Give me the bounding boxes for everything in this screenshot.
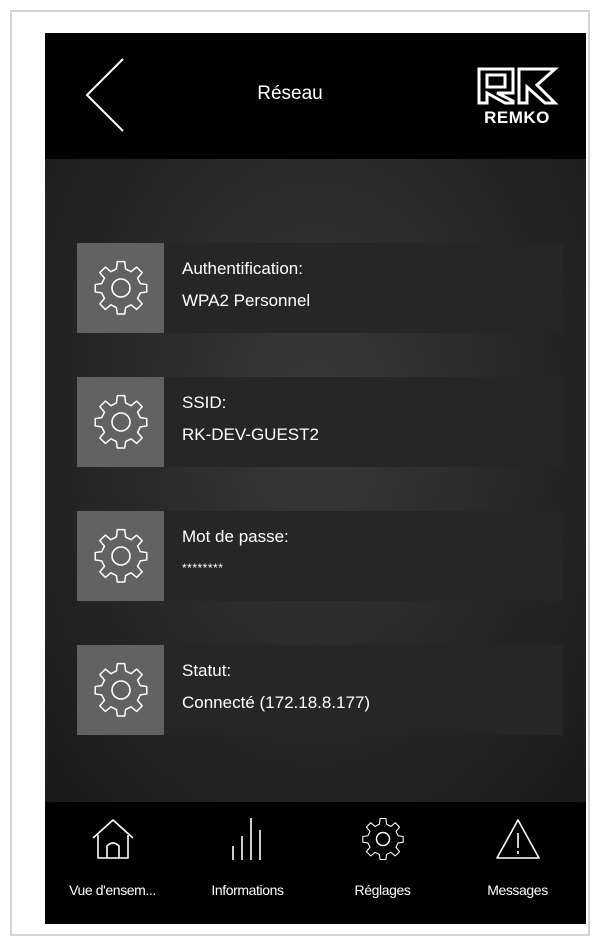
nav-reglages[interactable]: Réglages bbox=[315, 802, 450, 924]
chevron-left-icon bbox=[85, 58, 124, 132]
setting-text-box: Authentification: WPA2 Personnel bbox=[164, 243, 563, 333]
nav-overview[interactable]: Vue d'ensem... bbox=[45, 802, 180, 924]
setting-value: WPA2 Personnel bbox=[182, 291, 311, 310]
setting-password[interactable]: Mot de passe: ******** bbox=[77, 511, 563, 601]
setting-ssid[interactable]: SSID: RK-DEV-GUEST2 bbox=[77, 377, 563, 467]
setting-icon-box bbox=[77, 645, 164, 735]
setting-label: SSID: bbox=[182, 393, 227, 412]
home-icon bbox=[91, 819, 134, 859]
nav-label: Messages bbox=[487, 882, 548, 898]
nav-informations[interactable]: Informations bbox=[180, 802, 315, 924]
device-frame: Réseau REMKO Authentification: WPA2 Pers… bbox=[10, 10, 590, 936]
bottom-nav: Vue d'ensem... Informations Réglages Mes… bbox=[45, 802, 586, 924]
setting-label: Statut: bbox=[182, 661, 232, 680]
nav-label: Informations bbox=[211, 882, 284, 898]
gear-icon bbox=[94, 528, 147, 583]
setting-text-box: Statut: Connecté (172.18.8.177) bbox=[164, 645, 563, 735]
nav-label: Vue d'ensem... bbox=[69, 882, 156, 898]
setting-text-box: Mot de passe: ******** bbox=[164, 511, 563, 601]
gear-icon bbox=[361, 817, 404, 861]
bar-chart-icon bbox=[231, 818, 261, 860]
setting-label: Mot de passe: bbox=[182, 527, 289, 546]
setting-icon-box bbox=[77, 243, 164, 333]
nav-label: Réglages bbox=[354, 882, 411, 898]
setting-text-box: SSID: RK-DEV-GUEST2 bbox=[164, 377, 563, 467]
remko-logo: REMKO bbox=[475, 63, 559, 127]
gear-icon bbox=[94, 260, 147, 315]
svg-text:REMKO: REMKO bbox=[484, 108, 550, 127]
setting-value: Connecté (172.18.8.177) bbox=[182, 693, 371, 712]
setting-icon-box bbox=[77, 511, 164, 601]
setting-authentication[interactable]: Authentification: WPA2 Personnel bbox=[77, 243, 563, 333]
settings-list: Authentification: WPA2 Personnel SSID: R… bbox=[45, 159, 586, 802]
warning-icon bbox=[495, 819, 540, 859]
app-screen: Réseau REMKO Authentification: WPA2 Pers… bbox=[45, 33, 586, 924]
setting-icon-box bbox=[77, 377, 164, 467]
nav-messages[interactable]: Messages bbox=[450, 802, 585, 924]
gear-icon bbox=[94, 662, 147, 717]
setting-status[interactable]: Statut: Connecté (172.18.8.177) bbox=[77, 645, 563, 735]
setting-value: RK-DEV-GUEST2 bbox=[182, 425, 319, 444]
gear-icon bbox=[94, 394, 147, 449]
setting-label: Authentification: bbox=[182, 259, 303, 278]
page-title: Réseau bbox=[257, 83, 323, 104]
setting-value: ******** bbox=[182, 561, 224, 575]
header-bar: Réseau REMKO bbox=[45, 33, 586, 159]
back-button[interactable] bbox=[81, 55, 141, 135]
